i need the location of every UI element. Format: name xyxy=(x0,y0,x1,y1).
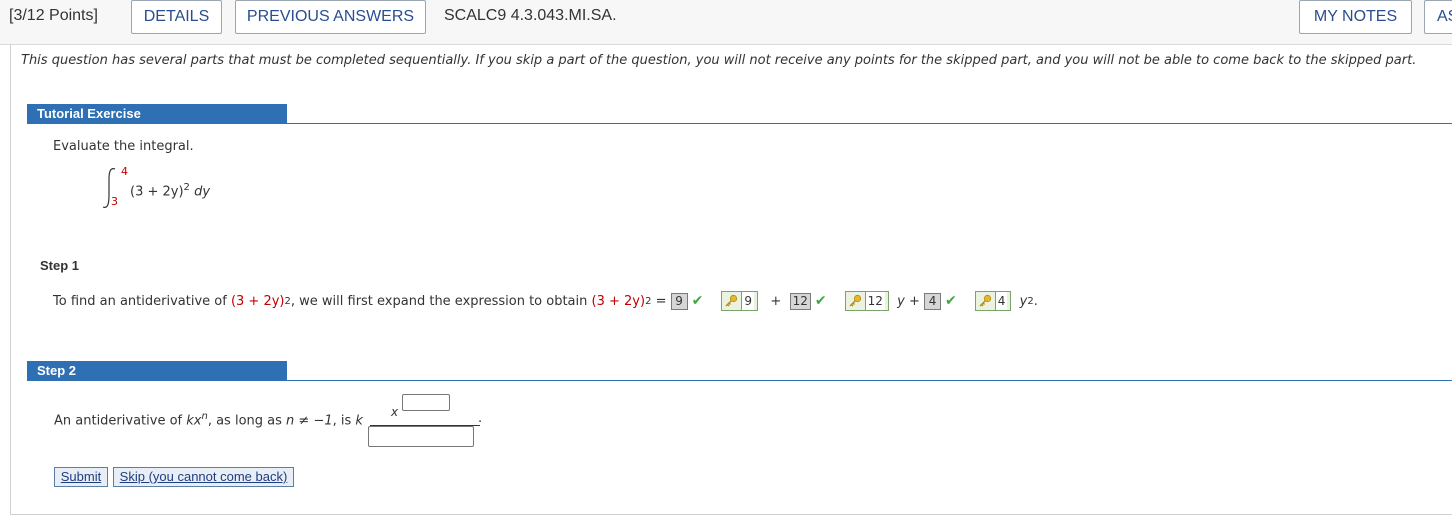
step-1-label: Step 1 xyxy=(40,258,80,273)
tutorial-exercise-header: Tutorial Exercise xyxy=(27,104,287,124)
step-2-text-before: An antiderivative of xyxy=(54,413,183,429)
integral-expression: 4 3 (3 + 2y)2 dy xyxy=(100,165,300,210)
answer-key-linear[interactable]: 12 xyxy=(844,291,889,311)
answer-box-constant[interactable]: 9 xyxy=(670,292,688,310)
step-2-period: . xyxy=(478,411,483,426)
skip-button[interactable]: Skip (you cannot come back) xyxy=(113,467,294,487)
key-value-constant: 9 xyxy=(741,292,754,310)
key-icon xyxy=(848,294,862,308)
kx-term: kx xyxy=(186,413,202,429)
step-2-text-after: , is xyxy=(332,413,352,429)
condition: n ≠ −1 xyxy=(286,413,333,429)
sequential-notice: This question has several parts that mus… xyxy=(21,53,1417,68)
exponent-input[interactable] xyxy=(402,394,450,411)
step-1-expr-2: (3 + 2y) xyxy=(591,293,646,309)
points-label: [3/12 Points] xyxy=(9,7,98,24)
step-2-text-middle: , as long as xyxy=(207,413,282,429)
lower-limit: 3 xyxy=(111,195,118,208)
k-coefficient: k xyxy=(355,413,363,429)
key-icon xyxy=(978,294,992,308)
correct-check-icon: ✔ xyxy=(814,293,827,309)
plus-sign-1: + xyxy=(770,293,782,309)
differential: dy xyxy=(194,184,211,200)
correct-check-icon: ✔ xyxy=(945,293,957,309)
question-frame-bottom xyxy=(10,514,1452,515)
step-2-line: An antiderivative of kxn, as long as n ≠… xyxy=(54,411,363,428)
plus-sign-2: + xyxy=(908,293,920,309)
step-1-line: To find an antiderivative of (3 + 2y) 2, … xyxy=(53,291,1038,311)
answer-box-linear[interactable]: 12 xyxy=(789,292,811,310)
step-1-expr: (3 + 2y) xyxy=(230,293,285,309)
numerator-x: x xyxy=(391,405,399,419)
step-1-text-middle: , we will first expand the expression to… xyxy=(290,293,588,309)
correct-check-icon: ✔ xyxy=(691,293,704,309)
key-icon xyxy=(724,294,738,308)
answer-key-constant[interactable]: 9 xyxy=(721,291,758,311)
integrand: (3 + 2y)2 dy xyxy=(130,182,210,199)
question-header: [3/12 Points] DETAILS PREVIOUS ANSWERS S… xyxy=(0,0,1452,45)
key-value-linear: 12 xyxy=(864,292,885,310)
question-frame-left xyxy=(10,44,11,514)
problem-code: SCALC9 4.3.043.MI.SA. xyxy=(444,7,617,24)
step-1-expr-2-exp: 2 xyxy=(645,295,652,307)
my-notes-button[interactable]: MY NOTES xyxy=(1299,0,1412,34)
evaluate-prompt: Evaluate the integral. xyxy=(53,139,194,154)
step-1-period: . xyxy=(1033,293,1038,309)
ask-teacher-button[interactable]: AS xyxy=(1424,0,1452,34)
integrand-exponent: 2 xyxy=(183,182,190,193)
submit-button[interactable]: Submit xyxy=(54,467,108,487)
previous-answers-button[interactable]: PREVIOUS ANSWERS xyxy=(235,0,426,34)
answer-box-quadratic[interactable]: 4 xyxy=(924,292,942,310)
details-button[interactable]: DETAILS xyxy=(131,0,222,34)
step-2-header: Step 2 xyxy=(27,361,287,381)
y-variable: y xyxy=(897,293,905,309)
y-squared: y xyxy=(1019,293,1028,309)
equals-sign: = xyxy=(655,293,667,309)
key-value-quadratic: 4 xyxy=(994,292,1008,310)
denominator-input[interactable] xyxy=(368,426,474,447)
step-2-divider xyxy=(287,380,1452,381)
tutorial-divider xyxy=(287,123,1452,124)
integrand-base: (3 + 2y) xyxy=(130,184,184,200)
answer-key-quadratic[interactable]: 4 xyxy=(974,291,1012,311)
step-1-text-before: To find an antiderivative of xyxy=(53,293,227,309)
upper-limit: 4 xyxy=(121,165,128,178)
